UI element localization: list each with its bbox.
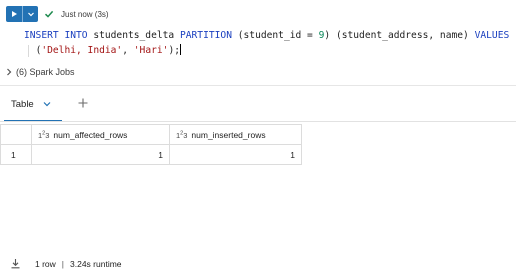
chevron-right-icon — [6, 68, 14, 76]
run-button-group — [6, 6, 38, 22]
keyword: VALUES — [474, 30, 510, 41]
text-cursor — [180, 43, 181, 55]
table-identifier: students_delta — [93, 30, 175, 41]
table-row: 1 1 1 — [0, 144, 302, 165]
divider — [0, 121, 516, 122]
result-footer: 1 row | 3.24s runtime — [10, 258, 122, 269]
footer-separator: | — [61, 258, 65, 269]
result-table: 123 num_affected_rows 123 num_inserted_row… — [0, 124, 302, 165]
row-count: 1 row — [35, 258, 56, 269]
table-header-row: 123 num_affected_rows 123 num_inserted_row… — [0, 124, 302, 145]
spark-jobs-toggle[interactable]: (6) Spark Jobs — [6, 67, 75, 77]
partition-open: (student_id = — [237, 30, 319, 41]
run-status: Just now (3s) — [61, 9, 109, 19]
keyword: INSERT — [24, 30, 59, 41]
download-icon[interactable] — [10, 258, 21, 269]
comma: , — [122, 44, 134, 56]
row-index-header — [0, 124, 32, 145]
run-cell-button[interactable] — [6, 6, 22, 22]
tab-table-label: Table — [11, 98, 34, 110]
code-line-1: INSERT INTO students_delta PARTITION (st… — [24, 30, 509, 41]
column-name: num_affected_rows — [53, 129, 128, 140]
chevron-down-icon[interactable] — [43, 101, 51, 107]
run-options-dropdown[interactable] — [22, 6, 38, 22]
string-literal: 'Delhi, India' — [41, 44, 123, 56]
integer-type-icon: 123 — [38, 130, 50, 140]
row-index: 1 — [0, 144, 32, 165]
result-tabs: Table — [0, 86, 516, 122]
chevron-down-icon — [27, 12, 34, 17]
code-editor[interactable]: INSERT INTO students_delta PARTITION (st… — [24, 29, 509, 58]
code-line-2: ('Delhi, India', 'Hari'); — [24, 43, 181, 56]
keyword: INTO — [64, 30, 88, 41]
tab-table[interactable]: Table — [4, 86, 58, 122]
integer-type-icon: 123 — [176, 130, 188, 140]
add-visualization-button[interactable] — [77, 97, 89, 109]
spark-jobs-label: (6) Spark Jobs — [16, 67, 75, 77]
cell-toolbar: Just now (3s) — [6, 6, 109, 22]
partition-close: ) (student_address, name) — [324, 30, 475, 41]
column-header[interactable]: 123 num_inserted_rows — [169, 124, 302, 145]
column-header[interactable]: 123 num_affected_rows — [31, 124, 170, 145]
column-name: num_inserted_rows — [191, 129, 266, 140]
runtime: 3.24s runtime — [70, 258, 122, 269]
string-literal: 'Hari' — [133, 44, 169, 56]
table-cell[interactable]: 1 — [169, 144, 302, 165]
play-icon — [12, 11, 17, 17]
success-check-icon — [44, 8, 56, 20]
paren-close: ); — [168, 44, 180, 56]
table-cell[interactable]: 1 — [31, 144, 170, 165]
keyword: PARTITION — [179, 30, 232, 41]
plus-icon — [78, 98, 88, 108]
